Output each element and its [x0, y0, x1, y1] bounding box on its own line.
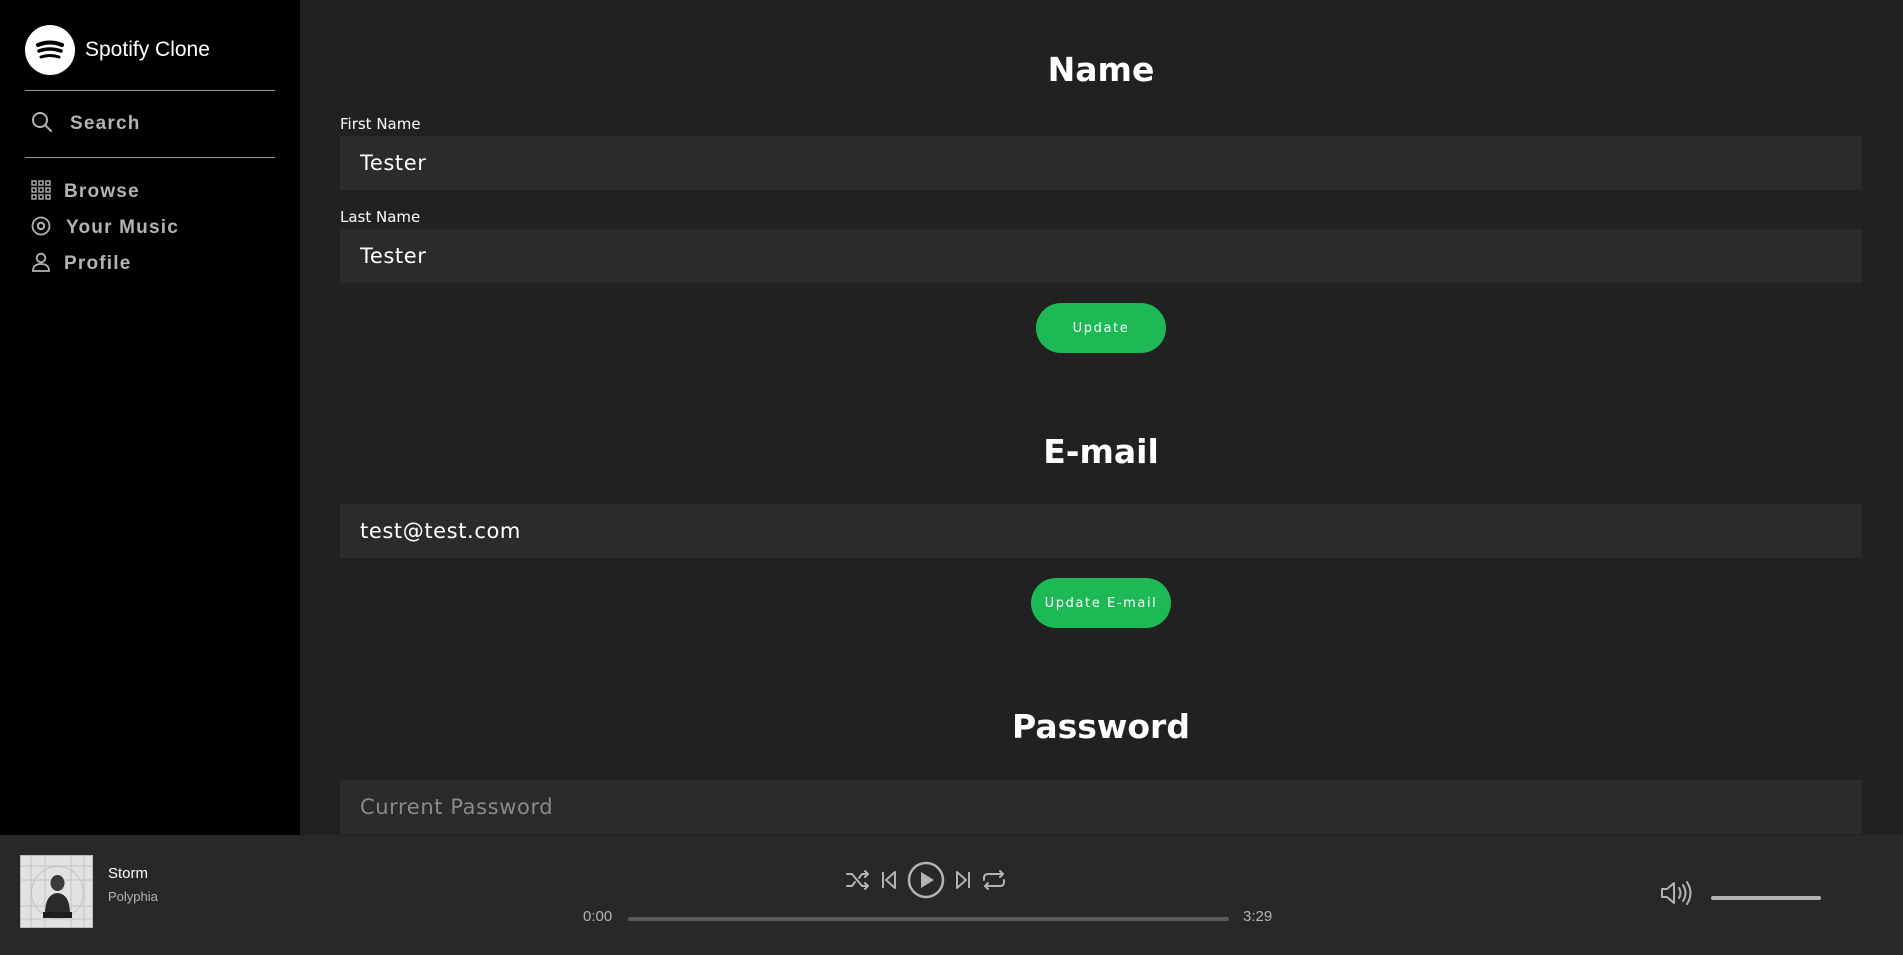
last-name-field[interactable]: [340, 229, 1862, 283]
repeat-icon[interactable]: [981, 867, 1007, 893]
progress-bar[interactable]: [628, 917, 1229, 921]
current-password-field[interactable]: [340, 780, 1862, 834]
sidebar-item-profile[interactable]: Profile: [25, 246, 275, 282]
sidebar-nav: Browse Your Music Profile: [25, 174, 275, 282]
player-bar: Storm Polyphia 0:00 3:29: [0, 835, 1903, 955]
sidebar-item-label: Profile: [64, 253, 132, 274]
next-icon[interactable]: [953, 868, 973, 892]
user-icon: [31, 252, 51, 276]
spotify-logo-icon: [25, 25, 75, 75]
current-time: 0:00: [583, 908, 613, 925]
last-name-label: Last Name: [340, 208, 421, 226]
first-name-field[interactable]: [340, 136, 1862, 190]
first-name-label: First Name: [340, 115, 421, 133]
sidebar: Spotify Clone Search Browse Your Music P…: [0, 0, 300, 835]
brand[interactable]: Spotify Clone: [25, 24, 275, 76]
total-time: 3:29: [1243, 908, 1273, 925]
shuffle-icon[interactable]: [845, 867, 871, 893]
name-section-title: Name: [1047, 50, 1155, 89]
app-name: Spotify Clone: [85, 38, 210, 61]
previous-icon[interactable]: [879, 868, 899, 892]
volume-fill: [1711, 896, 1821, 900]
email-section-title: E-mail: [1043, 432, 1159, 471]
volume-icon[interactable]: [1660, 880, 1694, 910]
sidebar-item-browse[interactable]: Browse: [25, 174, 275, 210]
update-name-button[interactable]: Update: [1036, 303, 1166, 353]
sidebar-item-label: Search: [70, 113, 141, 134]
divider: [25, 157, 275, 158]
sidebar-item-label: Your Music: [66, 217, 179, 238]
disc-icon: [31, 216, 51, 240]
sidebar-item-label: Browse: [64, 181, 140, 202]
play-icon[interactable]: [907, 861, 945, 899]
playback-controls: [845, 861, 1007, 899]
track-title[interactable]: Storm: [108, 865, 148, 882]
sidebar-item-search[interactable]: Search: [25, 91, 275, 157]
grid-icon: [31, 180, 51, 204]
album-art[interactable]: [20, 855, 93, 928]
update-email-button[interactable]: Update E-mail: [1031, 578, 1171, 628]
main-content: Name First Name Last Name Update E-mail …: [300, 0, 1903, 835]
search-icon: [31, 111, 53, 137]
email-field[interactable]: [340, 504, 1862, 558]
volume-slider[interactable]: [1711, 896, 1821, 900]
track-artist[interactable]: Polyphia: [108, 889, 158, 904]
sidebar-item-your-music[interactable]: Your Music: [25, 210, 275, 246]
password-section-title: Password: [1012, 707, 1190, 746]
